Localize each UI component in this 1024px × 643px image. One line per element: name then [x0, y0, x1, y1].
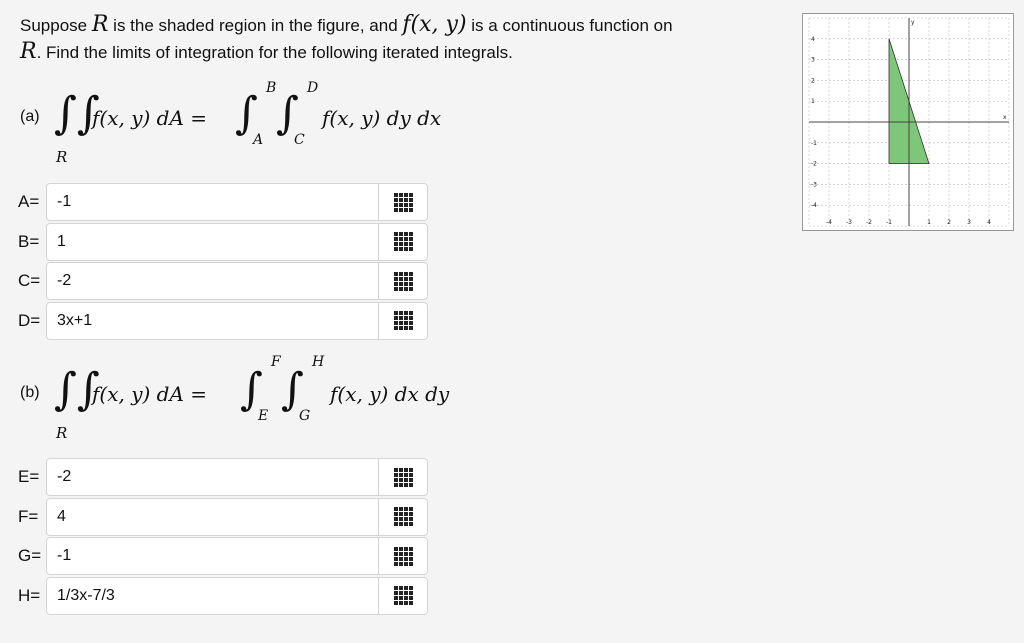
x-tick-label: 4 — [987, 219, 991, 226]
answer-value: -1 — [57, 193, 72, 210]
math-palette-button[interactable] — [378, 302, 427, 339]
y-tick-label: -2 — [811, 161, 817, 168]
equation-a: (a) ∫∫ R f(x, y) dA = ∫ B A ∫ D C f(x, y… — [20, 80, 540, 166]
inner-integral-sign: ∫ — [276, 88, 299, 139]
lhs-text: f(x, y) dA = — [92, 106, 208, 130]
keypad-icon — [393, 467, 413, 487]
region-figure: -4 -3 -2 -1 1 2 3 4 4 3 2 1 -1 -2 -3 -4 x y — [802, 13, 1014, 231]
region-subscript: R — [56, 148, 68, 166]
inner-upper-limit: D — [307, 80, 319, 96]
answer-value: -2 — [57, 272, 72, 289]
outer-integral-sign: ∫ — [240, 364, 263, 415]
answer-label: G= — [18, 546, 42, 565]
answer-input[interactable]: -1 — [46, 183, 428, 221]
problem-text-2: is the shaded region in the figure, and — [113, 16, 398, 35]
answer-row: C= -2 — [18, 262, 428, 300]
answer-input[interactable]: 4 — [46, 497, 428, 536]
y-tick-label: -3 — [811, 181, 817, 188]
part-b-label: (b) — [20, 384, 40, 401]
outer-lower-limit: A — [253, 132, 264, 148]
y-tick-label: 2 — [811, 77, 815, 84]
keypad-icon — [393, 271, 413, 291]
answer-row: A= -1 — [18, 183, 428, 221]
answer-value: 1/3x-7/3 — [57, 586, 115, 604]
y-tick-label: -1 — [811, 140, 817, 147]
problem-statement: Suppose R is the shaded region in the fi… — [20, 12, 790, 66]
math-palette-button[interactable] — [378, 223, 427, 260]
answer-label: E= — [18, 467, 40, 486]
x-tick-label: 3 — [967, 219, 971, 226]
outer-upper-limit: B — [266, 80, 277, 96]
answer-label: F= — [18, 506, 39, 526]
x-tick-label: 2 — [947, 219, 951, 226]
integrand-text: f(x, y) dy dx — [322, 106, 442, 130]
inner-lower-limit: G — [299, 408, 311, 424]
y-tick-label: 3 — [811, 57, 815, 64]
answer-input[interactable]: -1 — [46, 537, 428, 575]
y-tick-label: 1 — [811, 98, 815, 105]
equation-b: (b) ∫∫ R f(x, y) dA = ∫ F E ∫ H G f(x, y… — [20, 354, 540, 442]
x-tick-label: 1 — [927, 219, 931, 226]
integrand-text: f(x, y) dx dy — [330, 382, 450, 406]
problem-text-4: . Find the limits of integration for the… — [36, 43, 513, 62]
math-palette-button[interactable] — [378, 263, 427, 299]
inner-integral-sign: ∫ — [281, 364, 304, 415]
part-a-label: (a) — [20, 108, 40, 125]
answer-row: D= 3x+1 — [18, 301, 428, 340]
answer-row: H= 1/3x-7/3 — [18, 576, 428, 615]
x-tick-label: -1 — [886, 219, 892, 226]
answer-value: -2 — [57, 468, 72, 485]
keypad-icon — [393, 546, 413, 566]
answer-input[interactable]: -2 — [46, 262, 428, 300]
outer-integral-sign: ∫ — [235, 88, 258, 139]
answer-label: C= — [18, 271, 41, 290]
inner-upper-limit: H — [312, 354, 325, 370]
answer-input[interactable]: 3x+1 — [46, 301, 428, 340]
x-axis-label: x — [1003, 114, 1007, 121]
math-palette-button[interactable] — [378, 498, 427, 535]
keypad-icon — [393, 192, 413, 212]
math-palette-button[interactable] — [378, 577, 427, 614]
keypad-icon — [393, 232, 413, 251]
answer-row: G= -1 — [18, 537, 428, 575]
y-axis-label: y — [911, 19, 915, 26]
keypad-icon — [393, 311, 413, 330]
outer-lower-limit: E — [258, 408, 269, 424]
y-tick-label: 4 — [811, 36, 815, 43]
answer-label: D= — [18, 310, 41, 330]
problem-text-3: is a continuous function on — [471, 16, 673, 35]
answer-row: E= -2 — [18, 458, 428, 496]
answer-value: 3x+1 — [57, 311, 93, 329]
x-tick-label: -3 — [846, 219, 852, 226]
x-tick-label: -4 — [826, 219, 832, 226]
inner-lower-limit: C — [294, 132, 305, 148]
y-tick-label: -4 — [811, 202, 817, 209]
answer-row: F= 4 — [18, 497, 428, 536]
region-symbol-2: R — [20, 39, 37, 64]
region-graph: -4 -3 -2 -1 1 2 3 4 4 3 2 1 -1 -2 -3 -4 x y — [808, 17, 1010, 227]
math-palette-button[interactable] — [378, 538, 427, 574]
region-subscript: R — [56, 424, 68, 442]
region-symbol: R — [91, 12, 109, 37]
answer-label: B= — [18, 231, 40, 251]
problem-text-1: Suppose — [20, 16, 88, 35]
answer-input[interactable]: -2 — [46, 458, 428, 496]
x-tick-label: -2 — [866, 219, 872, 226]
lhs-text: f(x, y) dA = — [92, 382, 208, 406]
outer-upper-limit: F — [271, 354, 281, 370]
answer-label: A= — [18, 192, 40, 211]
keypad-icon — [393, 586, 413, 605]
answer-input[interactable]: 1/3x-7/3 — [46, 576, 428, 615]
math-palette-button[interactable] — [378, 459, 427, 495]
answer-value: 4 — [57, 507, 66, 525]
function-symbol: f(x, y) — [402, 12, 467, 37]
answer-input[interactable]: 1 — [46, 222, 428, 261]
answer-value: 1 — [57, 232, 66, 250]
answer-value: -1 — [57, 547, 72, 564]
answer-row: B= 1 — [18, 222, 428, 261]
math-palette-button[interactable] — [378, 184, 427, 220]
keypad-icon — [393, 507, 413, 526]
answer-label: H= — [18, 585, 41, 605]
